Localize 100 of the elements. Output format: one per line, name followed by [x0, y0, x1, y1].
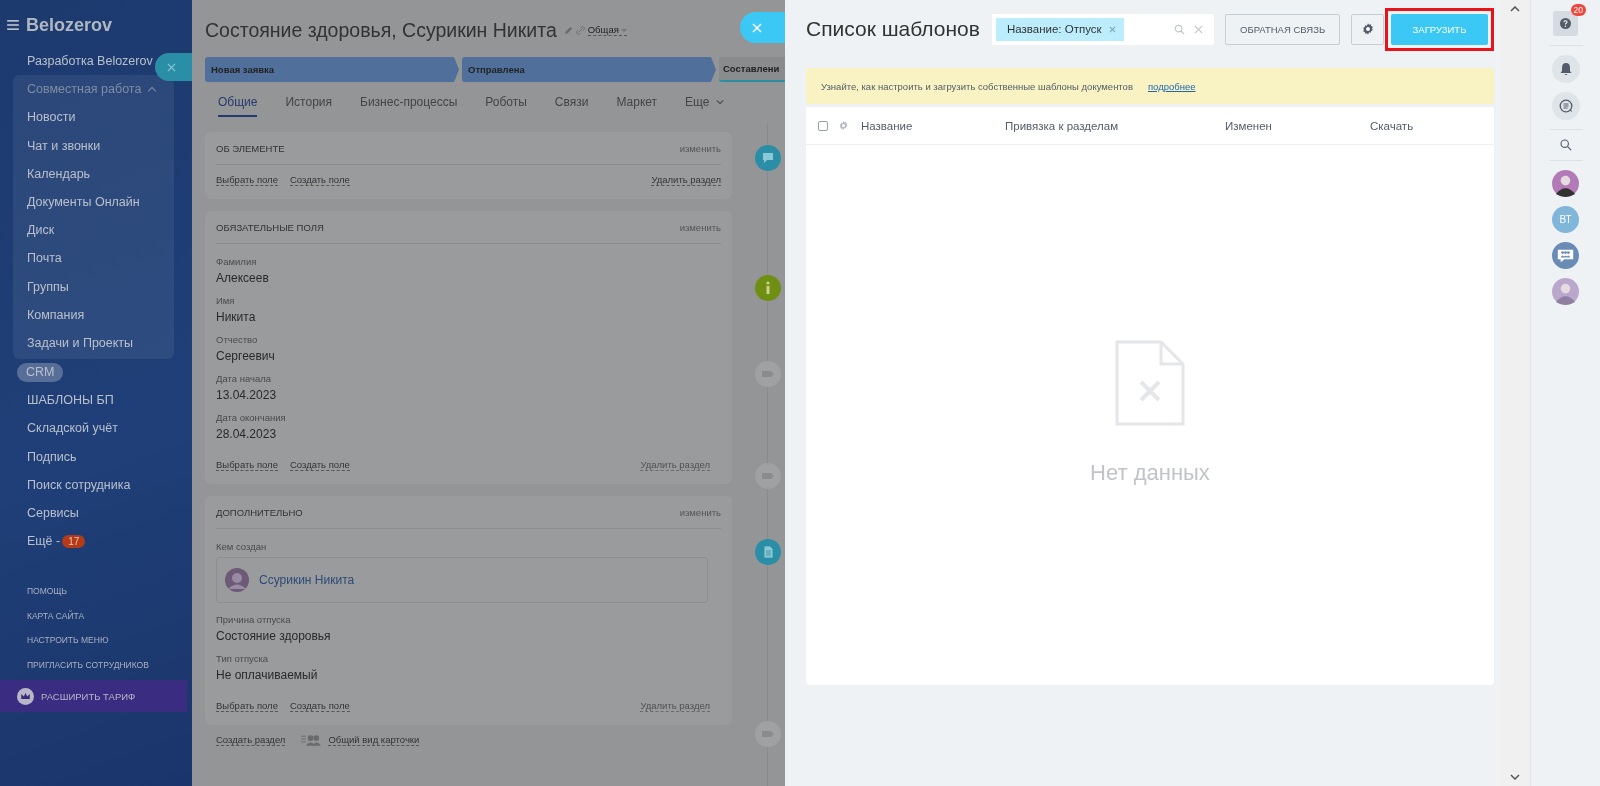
user-link[interactable]: Ссурикин Никита [259, 573, 355, 587]
field-value: 13.04.2023 [216, 387, 278, 404]
crown-icon [17, 687, 34, 705]
sidebar-item[interactable]: Сервисы [0, 499, 79, 528]
info-icon [755, 275, 781, 301]
sidebar-item[interactable]: Компания [13, 300, 174, 330]
field-value: Сергеевич [216, 348, 276, 365]
column-header[interactable]: Привязка к разделам [1005, 119, 1225, 132]
stage-step[interactable]: Отправлена [462, 57, 716, 82]
field-value: Алексеев [216, 270, 270, 287]
stage-step[interactable]: Новая заявка [205, 57, 459, 82]
filter-field[interactable]: Название: Отпуск [991, 13, 1215, 45]
delete-section-link[interactable]: Удалить раздел [651, 174, 721, 186]
scroll-up-icon[interactable] [1510, 6, 1520, 12]
sidebar-item[interactable]: Почта [13, 244, 174, 273]
group-header[interactable]: Совместная работа [13, 75, 174, 104]
section-title: ОБЯЗАТЕЛЬНЫЕ ПОЛЯ [216, 221, 324, 233]
tab[interactable]: Роботы [485, 95, 527, 123]
sidebar-item[interactable]: Календарь [13, 159, 174, 188]
field-value: Не оплачиваемый [216, 667, 319, 684]
bell-button[interactable] [1551, 55, 1580, 83]
sidebar-item[interactable]: Диск [13, 216, 174, 245]
scroll-down-icon[interactable] [1510, 774, 1520, 780]
tab[interactable]: Общие [218, 95, 258, 117]
edit-link[interactable]: изменить [679, 142, 721, 154]
notice-text: Узнайте, как настроить и загрузить собственные шаблоны документов [821, 80, 1133, 92]
tab[interactable]: История [285, 95, 332, 123]
field-label: Имя [216, 294, 236, 308]
action-link[interactable]: Создать поле [289, 459, 350, 471]
action-link[interactable]: Создать раздел [216, 734, 286, 746]
menu-icon[interactable] [7, 20, 19, 30]
search-icon[interactable] [1559, 139, 1572, 151]
edit-link[interactable]: изменить [679, 221, 721, 233]
edit-link[interactable]: изменить [679, 506, 721, 518]
empty-state-text: Нет данных [1090, 460, 1210, 486]
column-header[interactable]: Изменен [1225, 119, 1370, 132]
close-button[interactable] [740, 12, 785, 43]
tab[interactable]: Бизнес-процессы [360, 95, 458, 123]
footer-link[interactable]: ПРИГЛАСИТЬ СОТРУДНИКОВ [0, 652, 192, 678]
footer-link[interactable]: КАРТА САЙТА [0, 603, 192, 629]
remove-icon[interactable] [1108, 25, 1116, 33]
action-link[interactable]: Выбрать поле [216, 459, 278, 471]
select-all-checkbox[interactable] [818, 120, 828, 131]
doc-icon [755, 539, 781, 565]
field-label: Фамилия [216, 255, 258, 269]
close-icon [752, 22, 762, 33]
field-value: Состояние здоровья [216, 628, 332, 645]
tab[interactable]: Еще [685, 95, 724, 123]
action-link[interactable]: Выбрать поле [216, 700, 278, 712]
sidebar-item[interactable]: Документы Онлайн [13, 188, 174, 217]
column-header[interactable]: Название [861, 119, 1005, 132]
action-link[interactable]: Общий вид карточки [328, 734, 420, 746]
tab[interactable]: Маркет [616, 95, 658, 123]
action-link[interactable]: Создать поле [289, 700, 350, 712]
field-value: 28.04.2023 [216, 426, 278, 443]
sidebar-item[interactable]: CRM [17, 363, 64, 383]
sidebar-item[interactable]: ШАБЛОНЫ БП [0, 386, 114, 415]
footer-link[interactable]: ПОМОЩЬ [0, 579, 192, 604]
link-icon [575, 25, 585, 35]
action-link[interactable]: Создать поле [289, 174, 350, 186]
category-dropdown[interactable]: Общая [587, 24, 628, 36]
field-label: Кем создан [216, 540, 268, 554]
close-icon [167, 62, 176, 72]
settings-button[interactable] [1351, 13, 1384, 45]
more-link[interactable]: подробнее [1147, 80, 1196, 92]
upgrade-button[interactable]: РАСШИРИТЬ ТАРИФ [0, 680, 187, 713]
stage-step[interactable]: Составлени [719, 57, 785, 82]
sidebar-item[interactable]: Чат и звонки [13, 131, 174, 160]
avatar [225, 568, 249, 592]
field-label: Дата начала [216, 372, 273, 386]
field-label: Отчество [216, 333, 259, 347]
action-link[interactable]: Выбрать поле [216, 174, 278, 186]
feedback-button[interactable]: ОБРАТНАЯ СВЯЗЬ [1225, 13, 1341, 45]
sidebar-item[interactable]: Новости [13, 103, 174, 132]
sidebar-item[interactable]: Складской учёт [0, 414, 118, 443]
chat-icon [755, 145, 781, 171]
chat-list-button[interactable] [1551, 92, 1580, 120]
field-label: Дата окончания [216, 411, 287, 425]
record-title: Состояние здоровья, Ссурикин Никита [205, 18, 557, 42]
count-badge: 17 [62, 534, 86, 548]
group-chat-icon[interactable] [1552, 242, 1579, 269]
field-label: Тип отпуска [216, 652, 270, 666]
column-header[interactable]: Скачать [1370, 119, 1414, 132]
sidebar-item[interactable]: Группы [13, 272, 174, 301]
field-value: Никита [216, 309, 257, 326]
footer-link[interactable]: НАСТРОИТЬ МЕНЮ [0, 628, 192, 653]
tab[interactable]: Связи [554, 95, 589, 123]
sidebar-item[interactable]: Задачи и Проекты [13, 329, 174, 358]
sidebar-item[interactable]: Поиск сотрудника [0, 470, 131, 500]
people-icon [301, 734, 323, 746]
avatar[interactable] [1552, 170, 1579, 197]
logo: Belozerov [26, 14, 113, 36]
sidebar-item[interactable]: Разработка Belozerov [27, 47, 153, 76]
close-button[interactable] [155, 53, 192, 81]
help-icon [1560, 18, 1571, 29]
sidebar-item[interactable]: Ещё - [0, 527, 61, 556]
sidebar-item[interactable]: Подпись [0, 442, 77, 471]
help-button[interactable] [1553, 11, 1578, 36]
section-title: ДОПОЛНИТЕЛЬНО [216, 506, 303, 518]
filter-chip: Название: Отпуск [995, 17, 1124, 41]
